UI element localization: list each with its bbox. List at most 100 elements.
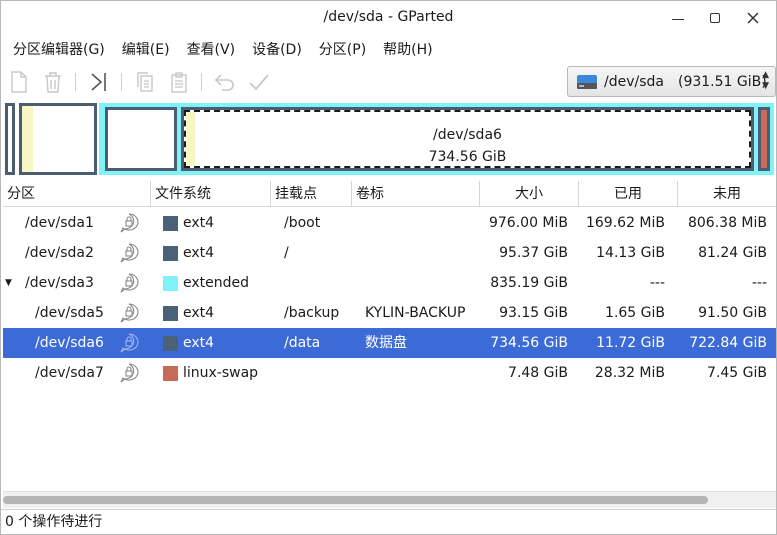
partition-block-label: /dev/sda6 (433, 127, 502, 143)
cell-partition: /dev/sda7 (35, 365, 104, 381)
column-header-partition[interactable]: 分区 (3, 181, 151, 207)
cell-partition: /dev/sda2 (25, 245, 94, 261)
spin-arrows-icon: ▲ ▼ (762, 70, 769, 91)
filesystem-color-swatch (163, 216, 178, 231)
partition-block-size: 734.56 GiB (428, 149, 507, 165)
partition-block-sda7[interactable] (758, 107, 770, 171)
menu-gparted[interactable]: 分区编辑器(G) (7, 38, 111, 62)
status-bar: 0 个操作待进行 (1, 509, 776, 534)
delete-button[interactable] (41, 70, 65, 94)
cell-filesystem: extended (183, 275, 250, 291)
filesystem-color-swatch (163, 336, 178, 351)
partition-map: /dev/sda6 734.56 GiB (5, 103, 774, 175)
minimize-button[interactable] (666, 7, 690, 29)
lock-icon (120, 213, 139, 233)
cell-partition: /dev/sda3 (25, 275, 94, 291)
apply-icon (249, 74, 269, 91)
close-icon (747, 12, 759, 24)
table-row[interactable]: /dev/sda1 ext4/boot 976.00 MiB 169.62 MiB 80… (3, 208, 776, 238)
column-header-filesystem[interactable]: 文件系统 (151, 181, 271, 207)
partition-table: 分区 文件系统 挂载点 卷标 大小 已用 未用 /dev/sda1 ext4/bo… (3, 181, 776, 511)
table-row[interactable]: /dev/sda5 ext4/backup KYLIN-BACKUP 93.15 Gi… (3, 298, 776, 328)
filesystem-color-swatch (163, 276, 178, 291)
cell-label (365, 268, 480, 298)
partition-block-sda1[interactable] (5, 103, 15, 175)
menu-help[interactable]: 帮助(H) (377, 38, 438, 62)
cell-label (365, 238, 480, 268)
table-row[interactable]: /dev/sda7 linux-swap 7.48 GiB 28.32 MiB 7.45… (3, 358, 776, 388)
lock-icon (120, 363, 139, 383)
close-button[interactable] (741, 7, 765, 29)
cell-unused: 722.84 GiB (689, 335, 767, 351)
cell-used: 14.13 GiB (596, 245, 665, 261)
cell-mountpoint: / (284, 245, 289, 261)
cell-unused: --- (751, 275, 767, 291)
cell-filesystem: ext4 (183, 335, 215, 351)
toolbar-separator (121, 73, 122, 91)
window-title: /dev/sda - GParted (323, 9, 454, 25)
copy-button[interactable] (133, 70, 157, 94)
scrollbar-thumb[interactable] (3, 496, 708, 504)
delete-icon (45, 72, 61, 93)
table-row[interactable]: /dev/sda6 ext4/data 数据盘 734.56 GiB 11.72 GiB… (3, 328, 776, 358)
filesystem-color-swatch (163, 246, 178, 261)
cell-label: 数据盘 (365, 335, 407, 351)
maximize-button[interactable] (703, 7, 727, 29)
cell-used: 11.72 GiB (596, 335, 665, 351)
cell-used: --- (649, 275, 665, 291)
toolbar-separator (201, 73, 202, 91)
cell-unused: 91.50 GiB (698, 305, 767, 321)
title-bar: /dev/sda - GParted (1, 1, 776, 35)
gparted-window: /dev/sda - GParted 分区编辑器(G) 编辑(E) 查看(V) … (0, 0, 777, 535)
partition-block-sda2[interactable] (19, 103, 97, 175)
table-header: 分区 文件系统 挂载点 卷标 大小 已用 未用 (3, 181, 776, 207)
lock-icon (120, 333, 139, 353)
partition-block-sda5[interactable] (105, 107, 177, 171)
paste-icon (171, 72, 187, 93)
menu-edit[interactable]: 编辑(E) (116, 38, 176, 62)
cell-mountpoint: /boot (284, 215, 321, 231)
copy-icon (137, 72, 153, 92)
expander-arrow-icon[interactable]: ▼ (5, 268, 12, 298)
column-header-size[interactable]: 大小 (480, 181, 579, 207)
cell-mountpoint: /backup (284, 305, 340, 321)
resize-move-icon (91, 73, 106, 91)
menu-view[interactable]: 查看(V) (181, 38, 242, 62)
partition-block-sda6[interactable]: /dev/sda6 734.56 GiB (181, 107, 754, 171)
cell-mountpoint: /data (284, 335, 321, 351)
apply-button[interactable] (247, 70, 271, 94)
table-row[interactable]: /dev/sda2 ext4 / 95.37 GiB 14.13 GiB 81.24 Gi… (3, 238, 776, 268)
filesystem-color-swatch (163, 366, 178, 381)
partition-block-extended[interactable]: /dev/sda6 734.56 GiB (99, 103, 774, 175)
undo-icon (214, 74, 234, 91)
cell-mountpoint (284, 268, 354, 298)
column-header-label[interactable]: 卷标 (352, 181, 480, 207)
horizontal-scrollbar[interactable] (3, 491, 776, 508)
menu-partition[interactable]: 分区(P) (313, 38, 372, 62)
cell-used: 28.32 MiB (594, 365, 665, 381)
table-row[interactable]: ▼ /dev/sda3 extended 835.19 GiB --- --- (3, 268, 776, 298)
device-name: /dev/sda (604, 73, 664, 90)
hard-disk-icon (577, 74, 597, 89)
cell-size: 835.19 GiB (490, 275, 568, 291)
column-header-unused[interactable]: 未用 (678, 181, 776, 207)
menu-device[interactable]: 设备(D) (246, 38, 308, 62)
cell-partition: /dev/sda1 (25, 215, 94, 231)
resize-move-button[interactable] (87, 70, 111, 94)
cell-unused: 806.38 MiB (687, 215, 767, 231)
cell-filesystem: ext4 (183, 245, 215, 261)
new-partition-button[interactable] (7, 70, 31, 94)
cell-used: 1.65 GiB (605, 305, 665, 321)
menu-bar: 分区编辑器(G) 编辑(E) 查看(V) 设备(D) 分区(P) 帮助(H) (1, 35, 776, 65)
lock-icon (120, 273, 139, 293)
cell-size: 7.48 GiB (508, 365, 568, 381)
paste-button[interactable] (167, 70, 191, 94)
device-selector[interactable]: /dev/sda (931.51 GiB) ▲ ▼ (567, 66, 776, 97)
cell-size: 976.00 MiB (488, 215, 568, 231)
column-header-used[interactable]: 已用 (579, 181, 678, 207)
device-size: (931.51 GiB) (677, 73, 767, 90)
cell-partition: /dev/sda5 (35, 305, 104, 321)
undo-button[interactable] (213, 70, 237, 94)
column-header-mountpoint[interactable]: 挂载点 (271, 181, 352, 207)
toolbar-separator (75, 73, 76, 91)
